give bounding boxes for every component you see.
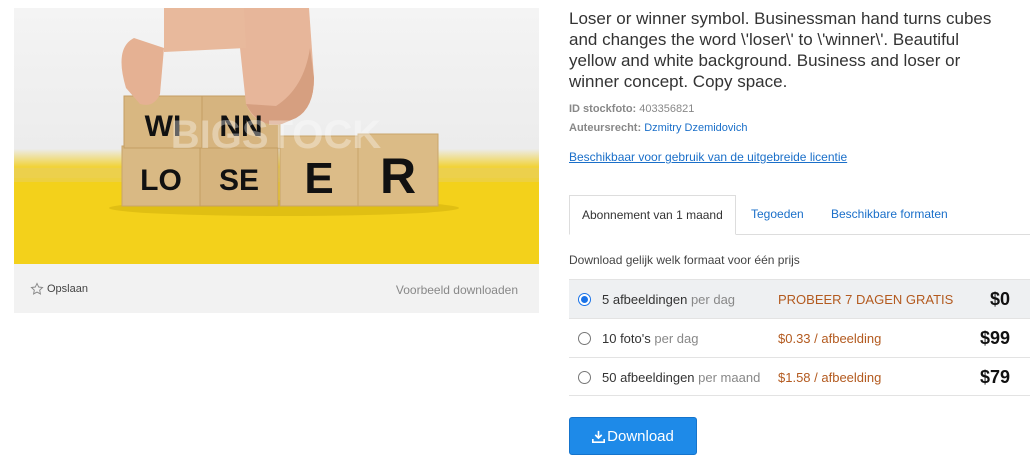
tab-subscription[interactable]: Abonnement van 1 maand [569, 195, 736, 235]
preview-download-link[interactable]: Voorbeeld downloaden [396, 283, 518, 297]
plan-list: 5 afbeeldingen per dag PROBEER 7 DAGEN G… [569, 279, 1030, 396]
watermark: BIGSTOCK [171, 113, 382, 157]
plan-period: per dag [690, 292, 736, 307]
plan-count: 10 foto's [602, 331, 651, 346]
stock-id-row: ID stockfoto: 403356821 [569, 100, 1030, 119]
photo-illustration: WI NN LO SE E R BIGSTOCK [14, 8, 539, 264]
plan-radio[interactable] [578, 371, 591, 384]
tab-formats[interactable]: Beschikbare formaten [831, 195, 948, 235]
save-button[interactable]: Opslaan [30, 282, 88, 296]
cube-letter-r: R [380, 148, 416, 204]
stock-photo[interactable]: WI NN LO SE E R BIGSTOCK [14, 8, 539, 264]
plan-option[interactable]: 5 afbeeldingen per dag PROBEER 7 DAGEN G… [569, 279, 1030, 318]
plan-amount: $99 [979, 328, 1010, 348]
image-preview-panel: WI NN LO SE E R BIGSTOCK Opslaan Voorbee… [14, 8, 539, 313]
details-panel: Loser or winner symbol. Businessman hand… [569, 8, 1030, 455]
plan-period: per dag [654, 331, 699, 346]
plan-amount: $79 [979, 367, 1010, 387]
stock-id-value: 403356821 [639, 103, 695, 115]
stock-id-label: ID stockfoto: [569, 103, 637, 115]
plan-price: $0.33 / afbeelding [778, 331, 882, 346]
star-outline-icon [30, 282, 44, 295]
cube-letters-se: SE [219, 164, 259, 197]
download-icon [592, 430, 606, 443]
download-button[interactable]: Download [569, 417, 697, 455]
save-label: Opslaan [47, 283, 88, 295]
cube-letters-lo: LO [140, 164, 182, 197]
plan-count: 5 afbeeldingen [602, 292, 688, 307]
plan-period: per maand [698, 370, 761, 385]
photo-footer: Opslaan Voorbeeld downloaden [14, 264, 539, 313]
image-meta: ID stockfoto: 403356821 Auteursrecht: Dz… [569, 100, 1030, 138]
plan-option[interactable]: 50 afbeeldingen per maand $1.58 / afbeel… [569, 357, 1030, 396]
plan-label: 5 afbeeldingen per dag [602, 292, 735, 307]
author-label: Auteursrecht: [569, 122, 642, 134]
plan-radio-selected[interactable] [578, 293, 591, 306]
pricing-subtitle: Download gelijk welk formaat voor één pr… [569, 253, 800, 267]
image-title: Loser or winner symbol. Businessman hand… [569, 9, 992, 91]
download-label: Download [607, 427, 674, 445]
extended-license-link[interactable]: Beschikbaar voor gebruik van de uitgebre… [569, 150, 847, 164]
author-row: Auteursrecht: Dzmitry Dzemidovich [569, 119, 1030, 138]
plan-price: PROBEER 7 DAGEN GRATIS [778, 292, 954, 307]
plan-count: 50 afbeeldingen [602, 370, 695, 385]
plan-amount: $0 [989, 289, 1010, 309]
plan-price: $1.58 / afbeelding [778, 370, 882, 385]
plan-radio[interactable] [578, 332, 591, 345]
tab-credits[interactable]: Tegoeden [751, 195, 804, 235]
cube-letter-e: E [304, 154, 333, 203]
pricing-tabs: Abonnement van 1 maand Tegoeden Beschikb… [569, 195, 1030, 235]
plan-label: 10 foto's per dag [602, 331, 698, 346]
plan-option[interactable]: 10 foto's per dag $0.33 / afbeelding $99 [569, 318, 1030, 357]
author-link[interactable]: Dzmitry Dzemidovich [644, 122, 747, 134]
plan-label: 50 afbeeldingen per maand [602, 370, 760, 385]
